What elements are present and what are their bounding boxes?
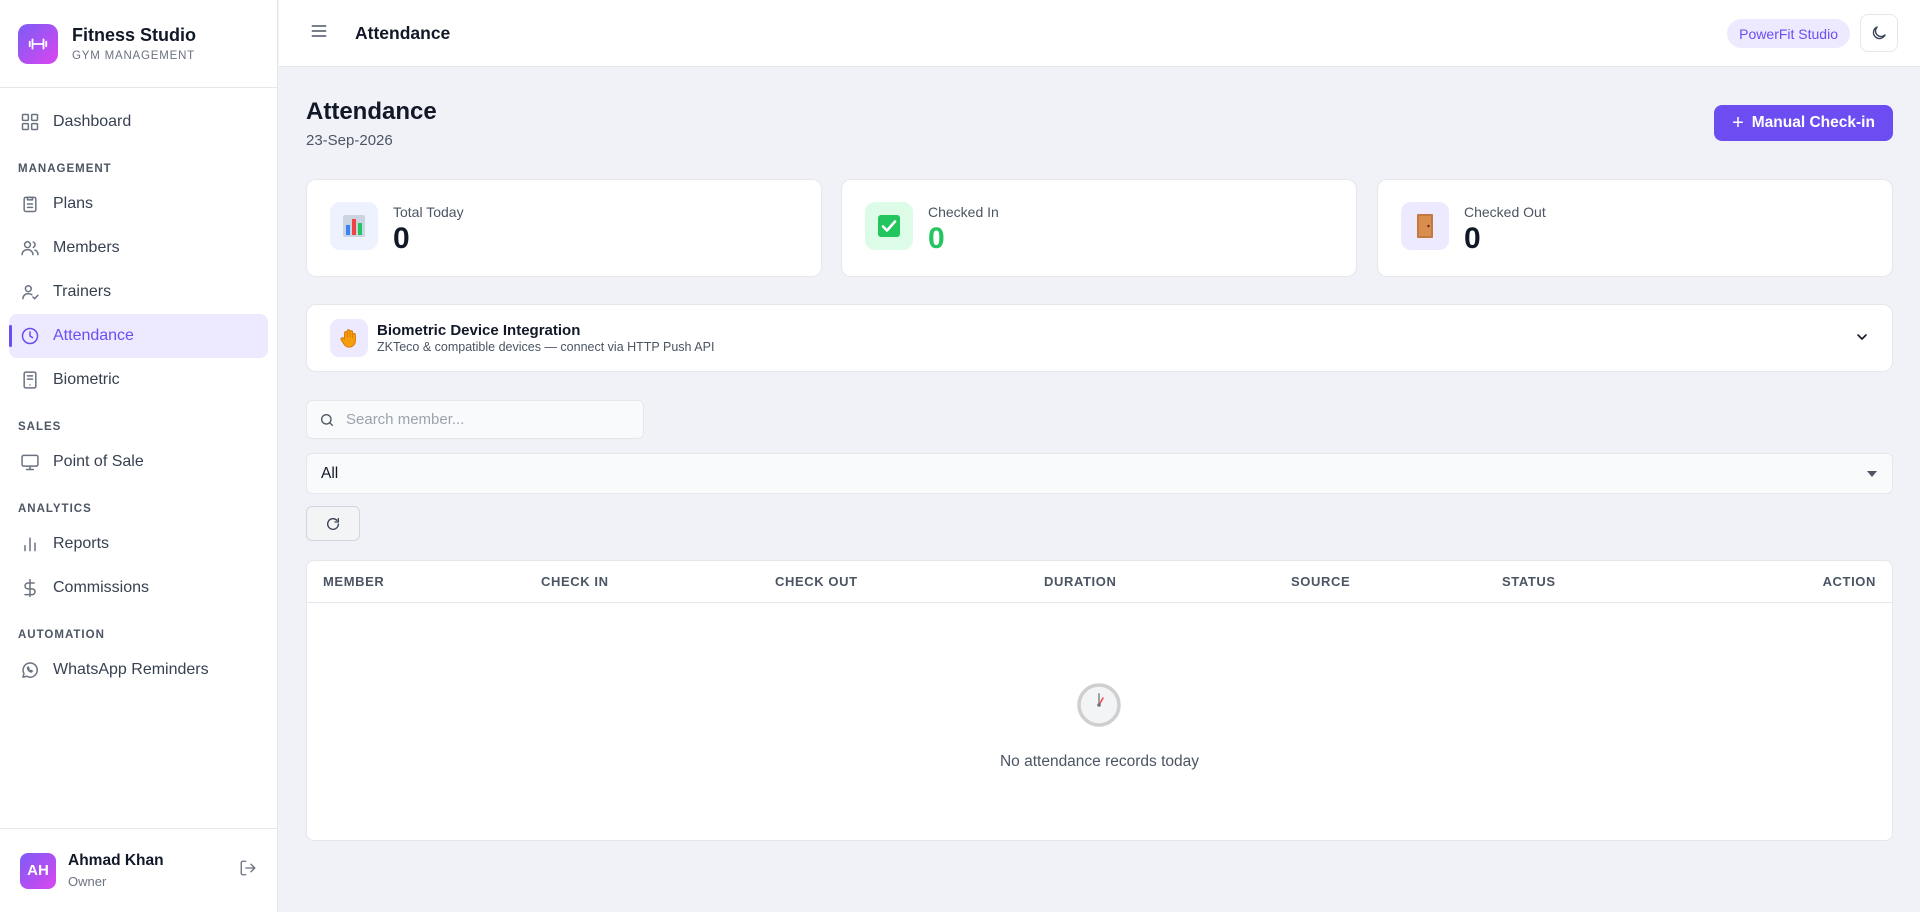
sidebar-item-label: Attendance	[53, 327, 134, 344]
sidebar-item-reports[interactable]: Reports	[9, 522, 268, 566]
column-header-member: MEMBER	[323, 574, 385, 589]
user-check-icon	[22, 285, 39, 300]
sidebar-item-label: Biometric	[53, 371, 120, 388]
raised-hand-emoji-icon	[330, 319, 368, 357]
sidebar-item-attendance[interactable]: Attendance	[9, 314, 268, 358]
clipboard-icon	[23, 196, 37, 213]
tablet-icon	[23, 371, 37, 389]
column-header-source: SOURCE	[1291, 574, 1351, 589]
column-header-duration: DURATION	[1044, 574, 1117, 589]
refresh-button[interactable]	[306, 506, 360, 541]
stat-value: 0	[393, 222, 410, 255]
stat-value: 0	[1464, 222, 1481, 255]
bar-chart-icon	[24, 537, 36, 552]
caret-down-icon	[1867, 471, 1877, 477]
page-title: Attendance	[306, 98, 437, 125]
sidebar-item-label: Reports	[53, 535, 110, 552]
header-title: Attendance	[355, 22, 451, 43]
status-filter-select[interactable]: All	[306, 453, 1893, 494]
dumbbell-icon	[18, 23, 58, 64]
empty-state-text: No attendance records today	[999, 753, 1200, 770]
user-profile: AH Ahmad Khan Owner	[0, 828, 277, 912]
sidebar-item-biometric[interactable]: Biometric	[9, 358, 268, 402]
sidebar-item-label: Point of Sale	[53, 453, 144, 470]
stat-label: Total Today	[393, 204, 464, 220]
sidebar-item-point-of-sale[interactable]: Point of Sale	[9, 440, 268, 484]
sidebar-nav: Dashboard MANAGEMENT Plans Members Train…	[0, 88, 277, 692]
stat-card-checked-in: Checked In 0	[841, 179, 1357, 277]
sidebar-item-dashboard[interactable]: Dashboard	[9, 100, 268, 144]
sidebar-item-commissions[interactable]: Commissions	[9, 566, 268, 610]
section-management: MANAGEMENT	[18, 163, 112, 175]
clock-icon	[1076, 682, 1122, 728]
manual-checkin-button[interactable]: + Manual Check-in	[1714, 105, 1893, 141]
door-emoji-icon	[1401, 202, 1449, 250]
avatar: AH	[20, 852, 56, 889]
sidebar-item-label: Members	[53, 239, 120, 256]
logout-icon[interactable]	[239, 859, 257, 882]
stat-card-checked-out: Checked Out 0	[1377, 179, 1893, 277]
plus-icon: +	[1732, 112, 1744, 134]
table-header: MEMBER CHECK IN CHECK OUT DURATION SOURC…	[307, 561, 1892, 603]
page-date: 23-Sep-2026	[306, 132, 393, 149]
brand: Fitness Studio GYM MANAGEMENT	[0, 0, 277, 88]
stat-value: 0	[928, 222, 945, 255]
biometric-integration-panel[interactable]: Biometric Device Integration ZKTeco & co…	[306, 304, 1893, 372]
theme-toggle-button[interactable]	[1860, 14, 1898, 52]
biometric-subtitle: ZKTeco & compatible devices — connect vi…	[377, 340, 715, 354]
section-sales: SALES	[18, 421, 62, 433]
brand-name: Fitness Studio	[72, 25, 197, 45]
studio-badge[interactable]: PowerFit Studio	[1727, 19, 1850, 48]
sidebar-item-whatsapp-reminders[interactable]: WhatsApp Reminders	[9, 648, 268, 692]
moon-icon	[1872, 26, 1886, 40]
sidebar-item-trainers[interactable]: Trainers	[9, 270, 268, 314]
manual-checkin-label: Manual Check-in	[1751, 114, 1875, 131]
attendance-table: MEMBER CHECK IN CHECK OUT DURATION SOURC…	[306, 560, 1893, 841]
brand-subtitle: GYM MANAGEMENT	[72, 50, 196, 62]
stat-label: Checked Out	[1464, 204, 1546, 220]
sidebar-item-plans[interactable]: Plans	[9, 182, 268, 226]
user-name: Ahmad Khan	[68, 852, 164, 869]
search-box	[306, 400, 644, 439]
stat-card-total-today: Total Today 0	[306, 179, 822, 277]
grid-icon	[21, 113, 39, 131]
users-icon	[21, 241, 39, 256]
bar-chart-emoji-icon	[330, 202, 378, 250]
filter-selected-value: All	[321, 464, 339, 482]
search-icon	[321, 413, 333, 426]
dollar-icon	[24, 578, 36, 598]
sidebar-item-members[interactable]: Members	[9, 226, 268, 270]
user-role: Owner	[68, 874, 107, 889]
sidebar-item-label: Trainers	[53, 283, 112, 300]
whatsapp-icon	[22, 662, 38, 678]
top-bar: Attendance PowerFit Studio	[279, 0, 1920, 67]
sidebar-item-label: Dashboard	[53, 113, 132, 130]
column-header-check-out: CHECK OUT	[775, 574, 858, 589]
refresh-icon	[327, 517, 339, 530]
column-header-action: ACTION	[1822, 574, 1876, 589]
column-header-check-in: CHECK IN	[541, 574, 609, 589]
sidebar-item-label: WhatsApp Reminders	[53, 661, 209, 678]
menu-icon[interactable]	[309, 21, 329, 46]
monitor-icon	[21, 454, 39, 471]
biometric-title: Biometric Device Integration	[377, 322, 581, 339]
sidebar-item-label: Commissions	[53, 579, 150, 596]
search-input[interactable]	[346, 411, 626, 428]
column-header-status: STATUS	[1502, 574, 1556, 589]
section-automation: AUTOMATION	[18, 629, 105, 641]
sidebar-item-label: Plans	[53, 195, 94, 212]
sidebar: Fitness Studio GYM MANAGEMENT Dashboard …	[0, 0, 278, 912]
clock-icon	[21, 327, 39, 345]
stat-label: Checked In	[928, 204, 999, 220]
check-mark-emoji-icon	[865, 202, 913, 250]
section-analytics: ANALYTICS	[18, 503, 92, 515]
chevron-down-icon[interactable]	[1854, 329, 1870, 350]
